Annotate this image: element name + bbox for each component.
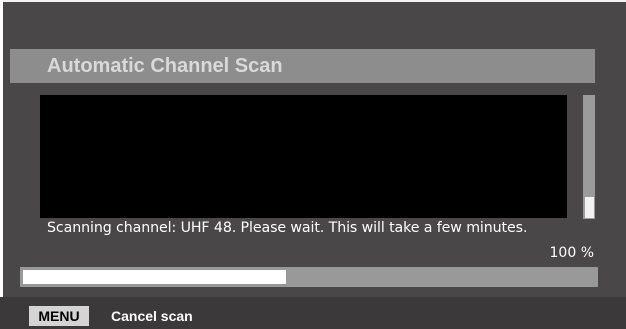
progress-percent: 100 % xyxy=(549,245,594,261)
scan-results-window xyxy=(40,95,567,218)
scrollbar-thumb[interactable] xyxy=(585,197,594,218)
left-edge xyxy=(0,0,3,329)
cancel-scan-label: Cancel scan xyxy=(111,308,193,324)
progress-bar-fill xyxy=(23,270,286,284)
top-edge xyxy=(0,0,626,2)
progress-bar xyxy=(20,267,598,287)
scan-status-message: Scanning channel: UHF 48. Please wait. T… xyxy=(47,220,528,236)
tv-screen: Automatic Channel Scan Scanning channel:… xyxy=(0,0,626,329)
footer-bar xyxy=(0,297,626,329)
dialog-title: Automatic Channel Scan xyxy=(47,55,283,77)
menu-key-button[interactable]: MENU xyxy=(29,306,89,326)
